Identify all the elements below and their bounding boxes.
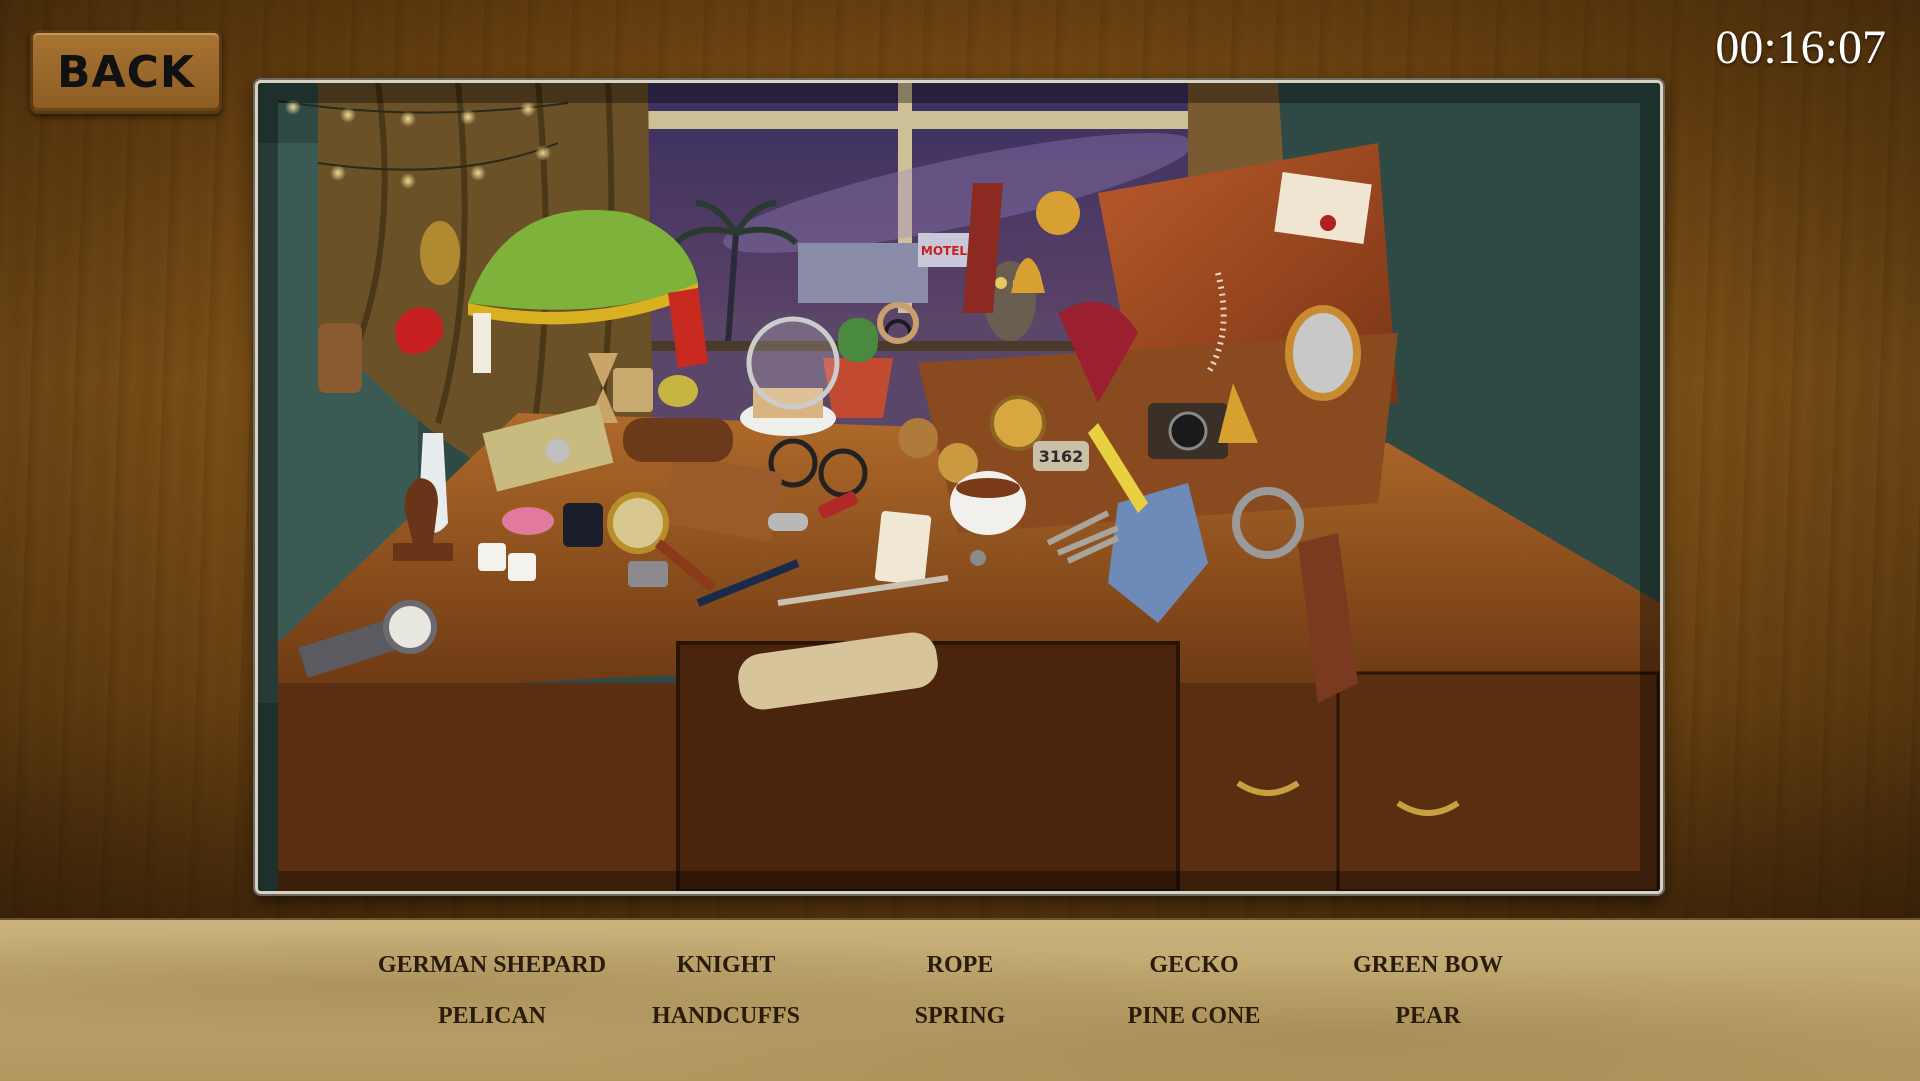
motel-building — [798, 243, 928, 303]
pine-cone[interactable] — [420, 221, 460, 285]
magnifying-glass[interactable] — [607, 492, 669, 554]
sun-ornament[interactable] — [1036, 191, 1080, 235]
magnifier-cursor[interactable] — [746, 316, 840, 410]
word-item[interactable]: PELICAN — [375, 991, 609, 1042]
motel-sign-text: MOTEL — [921, 244, 968, 258]
word-list-panel: GERMAN SHEPARD KNIGHT ROPE GECKO GREEN B… — [0, 918, 1920, 1081]
dice-2 — [508, 553, 536, 581]
whistle[interactable] — [768, 513, 808, 531]
word-item[interactable]: PINE CONE — [1077, 991, 1311, 1042]
pencil-sharpener[interactable] — [628, 561, 668, 587]
luggage-tag-number: 3162 — [1039, 447, 1084, 466]
elapsed-timer: 00:16:07 — [1715, 21, 1886, 74]
dice[interactable] — [478, 543, 506, 571]
wall-outlet[interactable] — [318, 323, 362, 393]
word-item[interactable]: GREEN BOW — [1311, 940, 1545, 991]
wrapped-candy[interactable] — [502, 507, 554, 535]
word-item[interactable]: GERMAN SHEPARD — [375, 940, 609, 991]
back-button[interactable]: BACK — [30, 30, 222, 114]
scene-illustration[interactable]: MOTEL 3162 — [258, 83, 1660, 891]
game-screen: BACK 00:16:07 MOTEL 3162 GERMAN SHEPARD … — [0, 0, 1920, 1081]
wax-seal — [1320, 215, 1336, 231]
word-item[interactable]: HANDCUFFS — [609, 991, 843, 1042]
cactus — [838, 318, 878, 362]
owl-eye-left — [995, 277, 1007, 289]
whisky-glass[interactable] — [613, 368, 653, 412]
word-item[interactable]: KNIGHT — [609, 940, 843, 991]
camera-lens — [1168, 411, 1208, 451]
cookies[interactable] — [898, 418, 938, 458]
word-item[interactable]: GECKO — [1077, 940, 1311, 991]
pocket-watch[interactable] — [990, 395, 1046, 451]
glasses-case[interactable] — [623, 418, 733, 462]
pear[interactable] — [658, 375, 698, 407]
tea — [956, 478, 1020, 498]
envelope[interactable] — [1274, 172, 1372, 244]
desk-drawer-right[interactable] — [1336, 671, 1660, 891]
word-item[interactable]: SPRING — [843, 991, 1077, 1042]
word-item[interactable]: ROPE — [843, 940, 1077, 991]
hidden-object-scene[interactable]: MOTEL 3162 — [255, 80, 1663, 894]
ink-bottle[interactable] — [563, 503, 603, 547]
candle[interactable] — [473, 313, 491, 373]
back-button-label: BACK — [57, 46, 195, 98]
word-list: GERMAN SHEPARD KNIGHT ROPE GECKO GREEN B… — [375, 940, 1545, 1042]
word-item[interactable]: PEAR — [1311, 991, 1545, 1042]
window-frame-top — [638, 111, 1198, 129]
hand-mirror[interactable] — [1285, 305, 1361, 401]
flashlight-lens — [383, 600, 437, 654]
thumbtacks[interactable] — [970, 550, 986, 566]
playing-card[interactable] — [874, 510, 932, 586]
coins[interactable] — [546, 439, 570, 463]
